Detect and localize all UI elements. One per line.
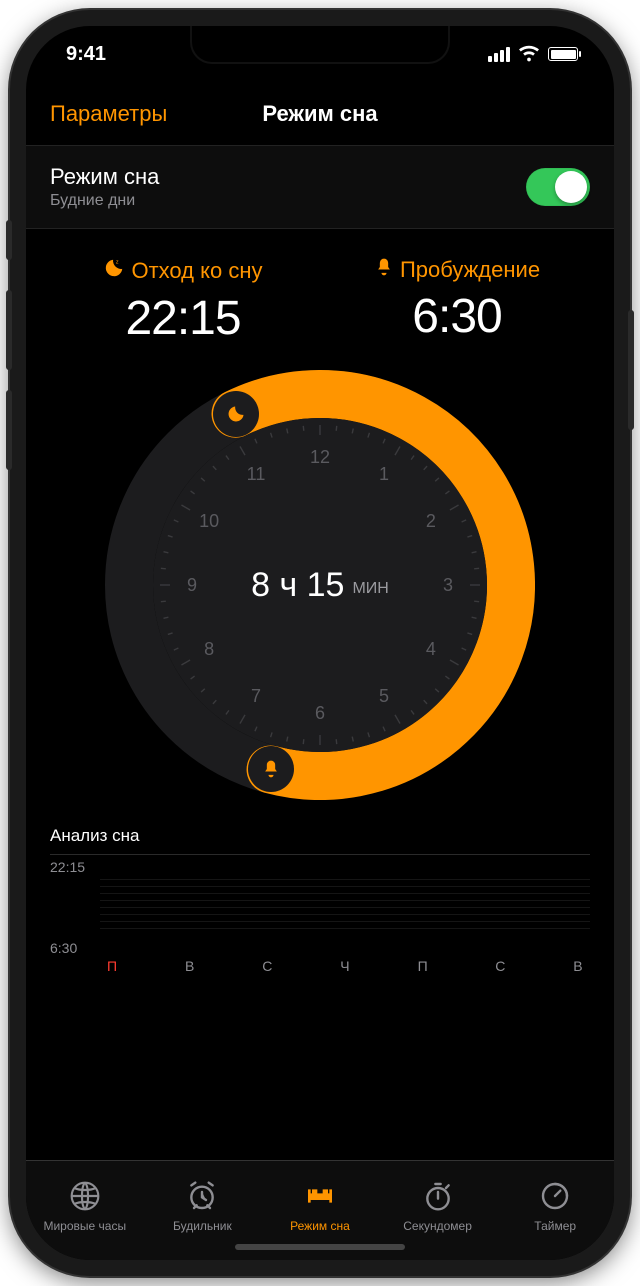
wake-label: Пробуждение xyxy=(400,257,540,283)
sleep-mode-row: Режим сна Будние дни xyxy=(26,146,614,229)
wake-handle[interactable] xyxy=(248,746,294,792)
analysis-day: П xyxy=(100,958,124,974)
alarm-clock-icon xyxy=(186,1180,218,1215)
timer-icon xyxy=(539,1180,571,1215)
analysis-day: Ч xyxy=(333,958,357,974)
tab-label: Мировые часы xyxy=(43,1219,126,1233)
tab-label: Таймер xyxy=(534,1219,576,1233)
tab-alarm[interactable]: Будильник xyxy=(144,1161,262,1252)
tab-stopwatch[interactable]: Секундомер xyxy=(379,1161,497,1252)
tab-label: Будильник xyxy=(173,1219,232,1233)
sleep-mode-sublabel: Будние дни xyxy=(50,192,159,210)
wake-icon xyxy=(374,257,394,283)
phone-frame: 9:41 Параметры Режим сна xyxy=(10,10,630,1276)
cellular-signal-icon xyxy=(488,47,510,62)
tab-label: Секундомер xyxy=(403,1219,472,1233)
bedtime-handle[interactable] xyxy=(213,391,259,437)
duration-suffix: МИН xyxy=(352,580,388,598)
analysis-bottom-label: 6:30 xyxy=(50,940,77,956)
battery-icon xyxy=(548,47,578,61)
bedtime-icon: z xyxy=(103,257,125,285)
tab-label: Режим сна xyxy=(290,1219,350,1233)
analysis-title: Анализ сна xyxy=(50,826,590,846)
svg-text:z: z xyxy=(116,259,119,265)
analysis-day: П xyxy=(411,958,435,974)
analysis-day: С xyxy=(255,958,279,974)
nav-back-button[interactable]: Параметры xyxy=(50,101,167,127)
times-header: z Отход ко сну 22:15 Пробуждение 6:30 xyxy=(26,229,614,354)
sleep-analysis: Анализ сна 22:15 6:30 П В С Ч П С В xyxy=(26,810,614,1160)
sleep-mode-label: Режим сна xyxy=(50,164,159,190)
bedtime-label: Отход ко сну xyxy=(131,258,262,284)
sleep-mode-toggle[interactable] xyxy=(526,168,590,206)
mute-switch xyxy=(6,220,12,260)
sleep-clock[interactable]: 121234567891011 8 ч 15 МИН xyxy=(105,370,535,800)
tab-bedtime[interactable]: Режим сна xyxy=(261,1161,379,1252)
status-time: 9:41 xyxy=(66,43,106,66)
home-indicator[interactable] xyxy=(235,1244,405,1250)
clock-face: 121234567891011 8 ч 15 МИН xyxy=(153,418,487,752)
wake-value: 6:30 xyxy=(320,289,594,344)
analysis-top-label: 22:15 xyxy=(50,859,85,875)
nav-bar: Параметры Режим сна xyxy=(26,82,614,146)
duration-label: 8 ч 15 xyxy=(251,566,344,605)
analysis-day: В xyxy=(178,958,202,974)
bedtime-value: 22:15 xyxy=(46,291,320,346)
analysis-day: С xyxy=(488,958,512,974)
volume-up xyxy=(6,290,12,370)
stopwatch-icon xyxy=(422,1180,454,1215)
globe-icon xyxy=(69,1180,101,1215)
analysis-day: В xyxy=(566,958,590,974)
bed-icon xyxy=(304,1180,336,1215)
tab-world-clock[interactable]: Мировые часы xyxy=(26,1161,144,1252)
volume-down xyxy=(6,390,12,470)
power-button xyxy=(628,310,634,430)
notch xyxy=(190,26,450,64)
tab-timer[interactable]: Таймер xyxy=(496,1161,614,1252)
wifi-icon xyxy=(518,43,540,65)
analysis-graph: 22:15 6:30 П В С Ч П С В xyxy=(50,854,590,974)
